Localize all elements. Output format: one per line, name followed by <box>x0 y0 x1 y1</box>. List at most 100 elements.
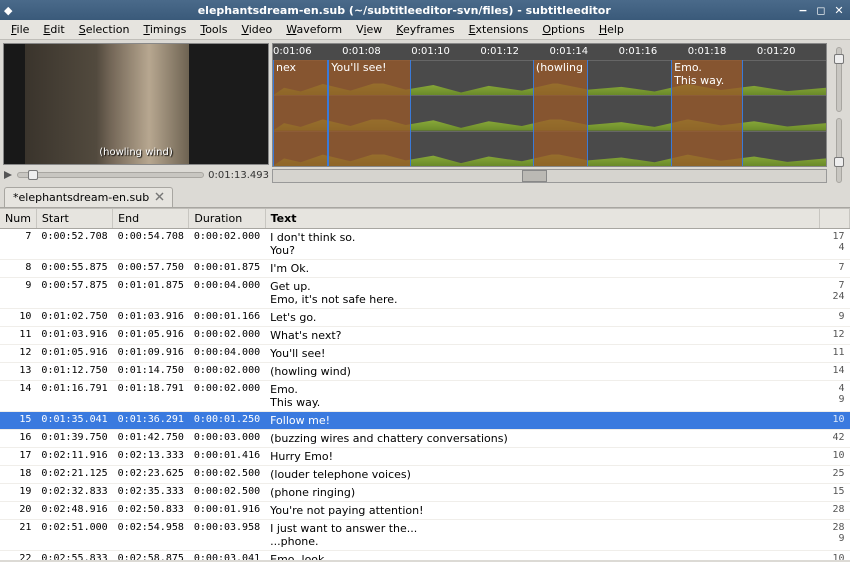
cell-text: (howling wind) <box>265 363 819 381</box>
cell-start: 0:02:48.916 <box>36 502 112 520</box>
table-row[interactable]: 220:02:55.8330:02:58.8750:00:03.041Emo, … <box>0 551 850 561</box>
waveform-scale-slider[interactable] <box>836 118 842 183</box>
table-row[interactable]: 200:02:48.9160:02:50.8330:00:01.916You'r… <box>0 502 850 520</box>
table-row[interactable]: 170:02:11.9160:02:13.3330:00:01.416Hurry… <box>0 448 850 466</box>
cell-end: 0:00:54.708 <box>113 229 189 260</box>
maximize-button[interactable]: ◻ <box>814 3 828 17</box>
waveform-pane: 0:01:060:01:080:01:100:01:120:01:140:01:… <box>272 43 847 183</box>
menu-view[interactable]: View <box>350 21 388 38</box>
cell-end: 0:02:35.333 <box>113 484 189 502</box>
minimize-button[interactable]: − <box>796 3 810 17</box>
waveform-subtitle-region[interactable]: nex <box>273 60 328 166</box>
table-row[interactable]: 100:01:02.7500:01:03.9160:00:01.166Let's… <box>0 309 850 327</box>
menu-help[interactable]: Help <box>593 21 630 38</box>
menu-edit[interactable]: Edit <box>37 21 70 38</box>
cell-text: Emo, look, I mean listen. <box>265 551 819 561</box>
menu-waveform[interactable]: Waveform <box>280 21 348 38</box>
cell-end: 0:01:03.916 <box>113 309 189 327</box>
table-row[interactable]: 160:01:39.7500:01:42.7500:00:03.000(buzz… <box>0 430 850 448</box>
cell-end: 0:02:50.833 <box>113 502 189 520</box>
col-duration[interactable]: Duration <box>189 209 265 229</box>
cell-text: Let's go. <box>265 309 819 327</box>
cell-text: (louder telephone voices) <box>265 466 819 484</box>
table-row[interactable]: 210:02:51.0000:02:54.9580:00:03.958I jus… <box>0 520 850 551</box>
video-pane: (howling wind) 0:01:13.493 <box>3 43 269 183</box>
table-row[interactable]: 130:01:12.7500:01:14.7500:00:02.000(howl… <box>0 363 850 381</box>
waveform-zoom-slider[interactable] <box>836 47 842 112</box>
cell-cps: 10 <box>820 448 850 466</box>
close-button[interactable]: ✕ <box>832 3 846 17</box>
cell-cps: 10 <box>820 412 850 430</box>
ruler-tick: 0:01:06 <box>273 46 312 57</box>
subtitle-table-wrap[interactable]: Num Start End Duration Text 70:00:52.708… <box>0 208 850 560</box>
waveform-subtitle-region[interactable]: Emo. This way. <box>671 60 743 166</box>
cell-cps: 7 24 <box>820 278 850 309</box>
cell-cps: 10 14 <box>820 551 850 561</box>
slider-thumb[interactable] <box>834 157 844 167</box>
menu-keyframes[interactable]: Keyframes <box>390 21 460 38</box>
waveform-subtitle-region[interactable]: (howling w <box>533 60 588 166</box>
waveform-subtitle-region[interactable]: You'll see! <box>328 60 411 166</box>
table-row[interactable]: 90:00:57.8750:01:01.8750:00:04.000Get up… <box>0 278 850 309</box>
seek-slider[interactable] <box>17 172 204 178</box>
ruler-tick: 0:01:10 <box>411 46 450 57</box>
cell-end: 0:01:42.750 <box>113 430 189 448</box>
table-row[interactable]: 80:00:55.8750:00:57.7500:00:01.875I'm Ok… <box>0 260 850 278</box>
menu-video[interactable]: Video <box>235 21 278 38</box>
cell-end: 0:02:13.333 <box>113 448 189 466</box>
menu-extensions[interactable]: Extensions <box>463 21 535 38</box>
cell-num: 19 <box>0 484 36 502</box>
window-title: elephantsdream-en.sub (~/subtitleeditor-… <box>12 4 796 17</box>
video-preview[interactable]: (howling wind) <box>3 43 269 165</box>
table-row[interactable]: 120:01:05.9160:01:09.9160:00:04.000You'l… <box>0 345 850 363</box>
col-start[interactable]: Start <box>36 209 112 229</box>
cell-start: 0:02:21.125 <box>36 466 112 484</box>
waveform-view[interactable]: 0:01:060:01:080:01:100:01:120:01:140:01:… <box>272 43 827 167</box>
cell-text: You're not paying attention! <box>265 502 819 520</box>
window-titlebar: ◆ elephantsdream-en.sub (~/subtitleedito… <box>0 0 850 20</box>
ruler-tick: 0:01:12 <box>480 46 519 57</box>
menu-options[interactable]: Options <box>536 21 590 38</box>
cell-num: 10 <box>0 309 36 327</box>
document-tab[interactable]: *elephantsdream-en.sub <box>4 187 173 207</box>
cell-num: 12 <box>0 345 36 363</box>
menu-selection[interactable]: Selection <box>73 21 136 38</box>
cell-cps: 25 <box>820 466 850 484</box>
waveform-hscrollbar[interactable] <box>272 169 827 183</box>
cell-num: 17 <box>0 448 36 466</box>
waveform-hscroll-thumb[interactable] <box>522 170 547 182</box>
cell-text: Emo. This way. <box>265 381 819 412</box>
cell-duration: 0:00:03.958 <box>189 520 265 551</box>
cell-start: 0:02:11.916 <box>36 448 112 466</box>
cell-cps: 4 9 <box>820 381 850 412</box>
table-row[interactable]: 110:01:03.9160:01:05.9160:00:02.000What'… <box>0 327 850 345</box>
table-row[interactable]: 140:01:16.7910:01:18.7910:00:02.000Emo. … <box>0 381 850 412</box>
close-icon <box>155 192 164 201</box>
cell-start: 0:02:51.000 <box>36 520 112 551</box>
menu-tools[interactable]: Tools <box>194 21 233 38</box>
waveform-sliders <box>831 43 847 183</box>
col-text[interactable]: Text <box>265 209 819 229</box>
waveform-tracks: nexYou'll see! (howling w Emo. This way. <box>273 60 826 166</box>
cell-duration: 0:00:02.000 <box>189 229 265 260</box>
play-button[interactable] <box>3 170 13 180</box>
table-row[interactable]: 70:00:52.7080:00:54.7080:00:02.000I don'… <box>0 229 850 260</box>
cell-end: 0:01:01.875 <box>113 278 189 309</box>
table-row[interactable]: 190:02:32.8330:02:35.3330:00:02.500(phon… <box>0 484 850 502</box>
table-row[interactable]: 180:02:21.1250:02:23.6250:00:02.500(loud… <box>0 466 850 484</box>
cell-cps: 28 <box>820 502 850 520</box>
slider-thumb[interactable] <box>834 54 844 64</box>
col-num[interactable]: Num <box>0 209 36 229</box>
menu-timings[interactable]: Timings <box>137 21 192 38</box>
cell-start: 0:00:52.708 <box>36 229 112 260</box>
cell-text: Get up. Emo, it's not safe here. <box>265 278 819 309</box>
col-end[interactable]: End <box>113 209 189 229</box>
seek-thumb[interactable] <box>28 170 38 180</box>
table-header-row: Num Start End Duration Text <box>0 209 850 229</box>
ruler-tick: 0:01:08 <box>342 46 381 57</box>
menu-file[interactable]: File <box>5 21 35 38</box>
table-row[interactable]: 150:01:35.0410:01:36.2910:00:01.250Follo… <box>0 412 850 430</box>
cell-start: 0:01:05.916 <box>36 345 112 363</box>
cell-duration: 0:00:01.166 <box>189 309 265 327</box>
tab-close-button[interactable] <box>155 191 164 204</box>
